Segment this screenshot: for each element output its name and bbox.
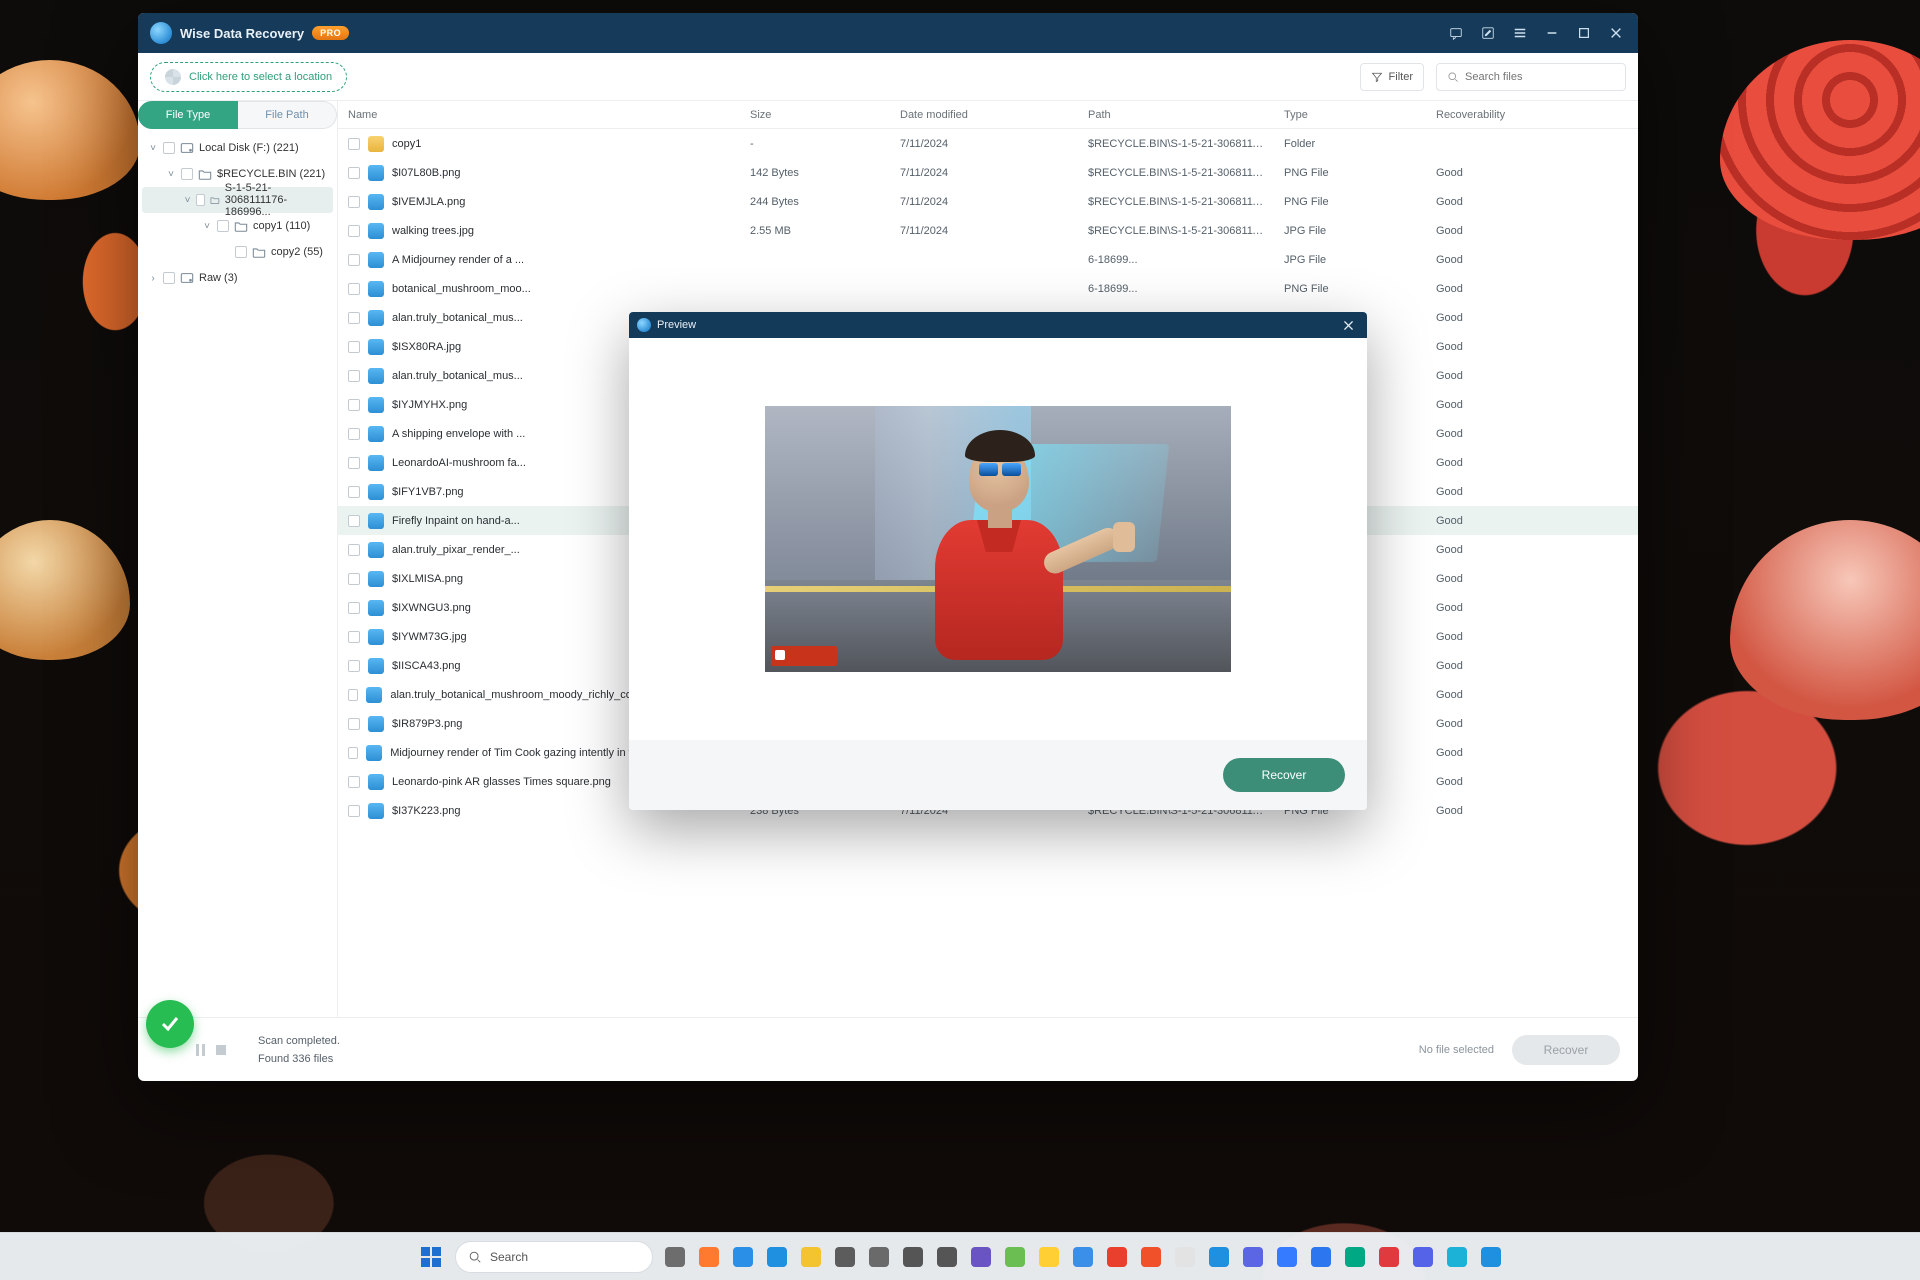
taskbar-app-icon[interactable] — [831, 1243, 859, 1271]
taskbar-app-icon[interactable] — [933, 1243, 961, 1271]
taskbar-app-icon[interactable] — [797, 1243, 825, 1271]
taskbar-app-icon[interactable] — [899, 1243, 927, 1271]
start-button[interactable] — [415, 1241, 447, 1273]
app-window: Wise Data Recovery PRO Click here to sel… — [138, 13, 1638, 1081]
taskbar-app-icon[interactable] — [967, 1243, 995, 1271]
preview-recover-button[interactable]: Recover — [1223, 758, 1345, 792]
taskbar-app-icon[interactable] — [865, 1243, 893, 1271]
taskbar-search[interactable]: Search — [455, 1241, 653, 1273]
taskbar-pinned-apps — [661, 1243, 1505, 1271]
preview-image — [765, 406, 1231, 672]
preview-titlebar[interactable]: Preview — [629, 312, 1367, 338]
taskbar-app-icon[interactable] — [729, 1243, 757, 1271]
taskbar-app-icon[interactable] — [1035, 1243, 1063, 1271]
taskbar-app-icon[interactable] — [1477, 1243, 1505, 1271]
taskbar-app-icon[interactable] — [1137, 1243, 1165, 1271]
taskbar-app-icon[interactable] — [1239, 1243, 1267, 1271]
taskbar-app-icon[interactable] — [695, 1243, 723, 1271]
taskbar-app-icon[interactable] — [1307, 1243, 1335, 1271]
taskbar-app-icon[interactable] — [1069, 1243, 1097, 1271]
taskbar-app-icon[interactable] — [661, 1243, 689, 1271]
preview-close-button[interactable] — [1337, 314, 1359, 336]
preview-logo-icon — [637, 318, 651, 332]
taskbar-app-icon[interactable] — [1001, 1243, 1029, 1271]
taskbar-app-icon[interactable] — [763, 1243, 791, 1271]
preview-body — [629, 338, 1367, 740]
taskbar-app-icon[interactable] — [1273, 1243, 1301, 1271]
preview-title: Preview — [657, 319, 696, 331]
taskbar-app-icon[interactable] — [1375, 1243, 1403, 1271]
taskbar-app-icon[interactable] — [1409, 1243, 1437, 1271]
windows-taskbar[interactable]: Search — [0, 1232, 1920, 1280]
taskbar-search-label: Search — [490, 1250, 528, 1264]
preview-footer: Recover — [629, 740, 1367, 810]
taskbar-app-icon[interactable] — [1443, 1243, 1471, 1271]
modal-overlay: Preview — [138, 13, 1638, 1081]
taskbar-app-icon[interactable] — [1103, 1243, 1131, 1271]
taskbar-app-icon[interactable] — [1171, 1243, 1199, 1271]
taskbar-app-icon[interactable] — [1205, 1243, 1233, 1271]
close-icon — [1342, 319, 1355, 332]
taskbar-app-icon[interactable] — [1341, 1243, 1369, 1271]
search-icon — [468, 1250, 482, 1264]
preview-dialog: Preview — [629, 312, 1367, 810]
